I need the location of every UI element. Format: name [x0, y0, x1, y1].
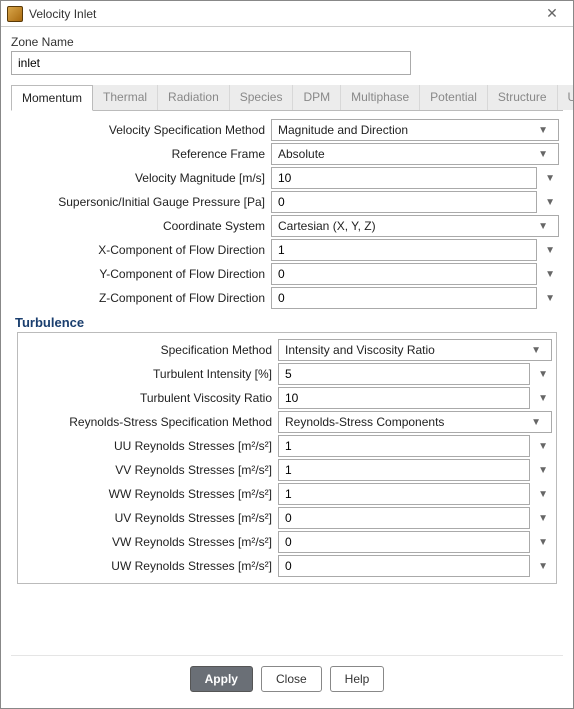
window-title: Velocity Inlet [29, 7, 537, 21]
coordinate-system-value: Cartesian (X, Y, Z) [278, 219, 376, 233]
turb-visc-ratio-input[interactable] [278, 387, 530, 409]
zone-name-label: Zone Name [11, 35, 563, 49]
x-component-input[interactable] [271, 239, 537, 261]
help-button[interactable]: Help [330, 666, 385, 692]
tab-dpm[interactable]: DPM [293, 85, 341, 110]
vw-label: VW Reynolds Stresses [m²/s²] [22, 535, 278, 549]
titlebar: Velocity Inlet ✕ [1, 1, 573, 27]
turb-spec-method-value: Intensity and Viscosity Ratio [285, 343, 435, 357]
reference-frame-select[interactable]: Absolute ▼ [271, 143, 559, 165]
reynolds-spec-method-value: Reynolds-Stress Components [285, 415, 444, 429]
turb-intensity-input[interactable] [278, 363, 530, 385]
turb-visc-ratio-label: Turbulent Viscosity Ratio [22, 391, 278, 405]
chevron-down-icon[interactable]: ▼ [534, 393, 552, 404]
reference-frame-value: Absolute [278, 147, 325, 161]
turb-intensity-label: Turbulent Intensity [%] [22, 367, 278, 381]
x-component-label: X-Component of Flow Direction [15, 243, 271, 257]
chevron-down-icon[interactable]: ▼ [534, 465, 552, 476]
close-icon[interactable]: ✕ [537, 4, 567, 24]
y-component-label: Y-Component of Flow Direction [15, 267, 271, 281]
velocity-magnitude-label: Velocity Magnitude [m/s] [15, 171, 271, 185]
ww-label: WW Reynolds Stresses [m²/s²] [22, 487, 278, 501]
chevron-down-icon[interactable]: ▼ [541, 293, 559, 304]
tab-radiation[interactable]: Radiation [158, 85, 230, 110]
footer: Apply Close Help [11, 655, 563, 704]
uv-label: UV Reynolds Stresses [m²/s²] [22, 511, 278, 525]
reynolds-spec-method-select[interactable]: Reynolds-Stress Components ▼ [278, 411, 552, 433]
chevron-down-icon[interactable]: ▼ [534, 537, 552, 548]
chevron-down-icon[interactable]: ▼ [541, 197, 559, 208]
reference-frame-label: Reference Frame [15, 147, 271, 161]
chevron-down-icon: ▼ [534, 221, 552, 232]
ww-input[interactable] [278, 483, 530, 505]
content-area: Zone Name Momentum Thermal Radiation Spe… [1, 27, 573, 708]
velocity-spec-method-label: Velocity Specification Method [15, 123, 271, 137]
tab-thermal[interactable]: Thermal [93, 85, 158, 110]
chevron-down-icon: ▼ [527, 417, 545, 428]
chevron-down-icon[interactable]: ▼ [534, 489, 552, 500]
velocity-magnitude-input[interactable] [271, 167, 537, 189]
supersonic-pressure-input[interactable] [271, 191, 537, 213]
chevron-down-icon: ▼ [534, 149, 552, 160]
close-button[interactable]: Close [261, 666, 322, 692]
chevron-down-icon[interactable]: ▼ [534, 441, 552, 452]
tab-uds[interactable]: UDS [558, 85, 573, 110]
turbulence-title: Turbulence [15, 315, 559, 330]
velocity-spec-method-value: Magnitude and Direction [278, 123, 408, 137]
vv-input[interactable] [278, 459, 530, 481]
chevron-down-icon[interactable]: ▼ [534, 369, 552, 380]
tab-multiphase[interactable]: Multiphase [341, 85, 420, 110]
tab-species[interactable]: Species [230, 85, 294, 110]
app-icon [7, 6, 23, 22]
z-component-label: Z-Component of Flow Direction [15, 291, 271, 305]
chevron-down-icon[interactable]: ▼ [534, 513, 552, 524]
chevron-down-icon: ▼ [527, 345, 545, 356]
apply-button[interactable]: Apply [190, 666, 253, 692]
tab-potential[interactable]: Potential [420, 85, 488, 110]
chevron-down-icon[interactable]: ▼ [534, 561, 552, 572]
turb-spec-method-select[interactable]: Intensity and Viscosity Ratio ▼ [278, 339, 552, 361]
vv-label: VV Reynolds Stresses [m²/s²] [22, 463, 278, 477]
chevron-down-icon[interactable]: ▼ [541, 245, 559, 256]
tab-momentum[interactable]: Momentum [11, 85, 93, 111]
uv-input[interactable] [278, 507, 530, 529]
chevron-down-icon[interactable]: ▼ [541, 269, 559, 280]
turbulence-group: Specification Method Intensity and Visco… [17, 332, 557, 584]
tab-body-momentum: Velocity Specification Method Magnitude … [11, 111, 563, 655]
chevron-down-icon: ▼ [534, 125, 552, 136]
supersonic-pressure-label: Supersonic/Initial Gauge Pressure [Pa] [15, 195, 271, 209]
coordinate-system-select[interactable]: Cartesian (X, Y, Z) ▼ [271, 215, 559, 237]
velocity-spec-method-select[interactable]: Magnitude and Direction ▼ [271, 119, 559, 141]
dialog-window: Velocity Inlet ✕ Zone Name Momentum Ther… [0, 0, 574, 709]
coordinate-system-label: Coordinate System [15, 219, 271, 233]
uu-input[interactable] [278, 435, 530, 457]
chevron-down-icon[interactable]: ▼ [541, 173, 559, 184]
turb-spec-method-label: Specification Method [22, 343, 278, 357]
uw-label: UW Reynolds Stresses [m²/s²] [22, 559, 278, 573]
z-component-input[interactable] [271, 287, 537, 309]
y-component-input[interactable] [271, 263, 537, 285]
reynolds-spec-method-label: Reynolds-Stress Specification Method [22, 415, 278, 429]
tab-structure[interactable]: Structure [488, 85, 558, 110]
uu-label: UU Reynolds Stresses [m²/s²] [22, 439, 278, 453]
uw-input[interactable] [278, 555, 530, 577]
vw-input[interactable] [278, 531, 530, 553]
zone-name-input[interactable] [11, 51, 411, 75]
tab-bar: Momentum Thermal Radiation Species DPM M… [11, 85, 563, 111]
